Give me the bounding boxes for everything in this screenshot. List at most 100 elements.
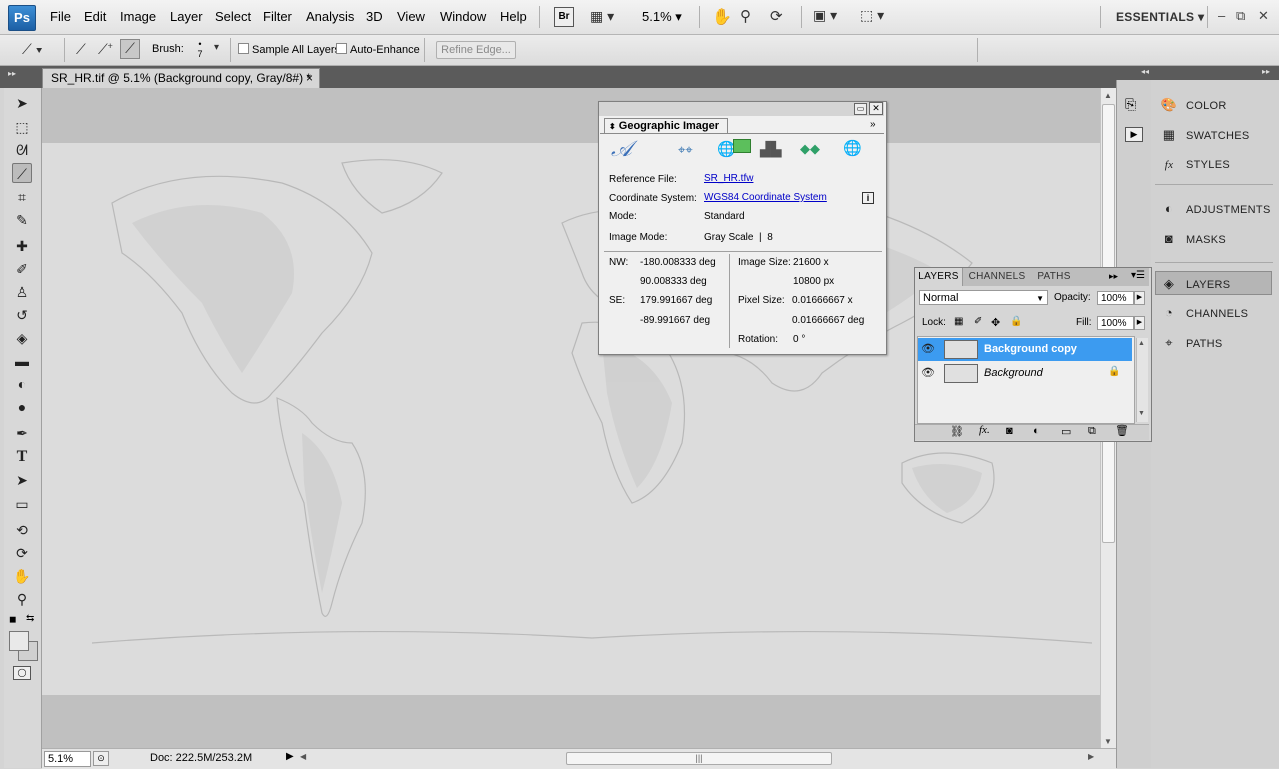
document-tab[interactable]: SR_HR.tif @ 5.1% (Background copy, Gray/… [42,68,320,88]
menu-select[interactable]: Select [215,9,251,24]
geo-tiles-icon[interactable]: ▟▙ [760,141,782,158]
visibility-eye-icon[interactable]: 👁 [921,342,935,355]
dock-channels[interactable]: ◔ CHANNELS [1160,301,1274,325]
geo-grid-icon[interactable] [733,139,751,153]
menu-view[interactable]: View [397,9,425,24]
new-group-icon[interactable]: ▭ [1061,425,1071,438]
status-menu-arrow-icon[interactable]: ▶ [286,751,294,762]
brush-size-preview[interactable]: • 7 [196,39,204,59]
menu-file[interactable]: File [50,9,71,24]
new-layer-icon[interactable]: ⧉ [1088,425,1096,438]
scroll-up-icon[interactable]: ▲ [1104,91,1112,100]
layers-scroll-up-icon[interactable]: ▲ [1138,340,1145,347]
eraser-tool-icon[interactable]: ◈ [12,328,32,348]
link-layers-icon[interactable]: ⛓ [950,425,964,438]
pen-tool-icon[interactable]: ✒ [12,423,32,443]
dock-layers[interactable]: ◈ LAYERS [1155,271,1272,295]
layers-scroll-down-icon[interactable]: ▼ [1138,410,1145,417]
menu-filter[interactable]: Filter [263,9,292,24]
subtract-selection-icon[interactable]: ⟋ [120,39,140,59]
geo-minimize-icon[interactable]: ▭ [854,103,867,115]
mini-bridge-icon[interactable]: ▦ ▾ [590,8,614,25]
menu-layer[interactable]: Layer [170,9,203,24]
refine-edge-button[interactable]: Refine Edge... [436,41,516,59]
rectangle-tool-icon[interactable]: ▭ [12,494,32,514]
geo-georeference-icon[interactable]: ⌖⌖ [678,142,693,158]
path-selection-tool-icon[interactable]: ➤ [12,470,32,490]
brush-tool-icon[interactable]: ✐ [12,259,32,279]
add-mask-icon[interactable]: ◙ [1006,425,1013,437]
layer-row-background[interactable]: 👁 Background 🔒 [918,362,1132,385]
3d-orbit-tool-icon[interactable]: ⟳ [12,543,32,563]
type-tool-icon[interactable]: T [12,447,32,467]
geo-panel-titlebar[interactable] [599,102,884,116]
dock-swatches[interactable]: ▦ SWATCHES [1160,123,1274,147]
layer-style-fx-icon[interactable]: fx. [979,424,990,436]
lock-pixels-icon[interactable]: ✐ [974,316,982,327]
eyedropper-tool-icon[interactable]: ✎ [12,210,32,230]
sample-all-layers-checkbox[interactable]: Sample All Layers [238,43,340,56]
close-icon[interactable]: ✕ [1258,8,1269,24]
geo-close-icon[interactable]: ✕ [869,102,883,115]
blend-mode-select[interactable]: Normal ▼ [919,290,1048,305]
scroll-down-icon[interactable]: ▼ [1104,737,1112,746]
scroll-left-icon[interactable]: ◀ [300,752,306,761]
tab-channels[interactable]: CHANNELS [967,268,1027,286]
menu-analysis[interactable]: Analysis [306,9,354,24]
hand-tool-icon[interactable]: ✋ [712,7,732,27]
opacity-slider-arrow-icon[interactable]: ▶ [1134,291,1145,305]
dock-expand-icon[interactable]: ▸▸ [1262,67,1270,76]
tab-paths[interactable]: PATHS [1033,268,1075,286]
rotate-view-icon[interactable]: ⟳ [770,7,783,25]
layers-panel-menu-icon[interactable]: ▾☰ [1131,270,1145,281]
quick-mask-icon[interactable]: ◯ [13,666,31,680]
geo-logo-icon[interactable]: 𝒜 [611,136,632,162]
coordinate-system-link[interactable]: WGS84 Coordinate System [704,192,827,203]
auto-enhance-checkbox[interactable]: Auto-Enhance [336,43,420,56]
status-preview-icon[interactable]: ⊙ [93,751,109,766]
geo-mosaic-icon[interactable]: ◆◆ [800,141,820,157]
marquee-tool-icon[interactable]: ⬚ [12,117,32,137]
geo-panel-tab[interactable]: ⬍ Geographic Imager [604,118,728,133]
lasso-tool-icon[interactable]: ᘛ [12,140,32,160]
history-panel-icon[interactable]: ⎘ [1125,96,1136,113]
reference-file-link[interactable]: SR_HR.tfw [704,173,753,184]
dock-styles[interactable]: fx STYLES [1160,153,1274,177]
move-tool-icon[interactable]: ➤ [12,93,32,113]
fill-slider-arrow-icon[interactable]: ▶ [1134,316,1145,330]
lock-position-icon[interactable]: ✥ [991,316,1000,329]
opacity-field[interactable]: 100% [1097,291,1134,305]
zoom-tool-box-icon[interactable]: ⚲ [12,589,32,609]
menu-window[interactable]: Window [440,9,486,24]
minimize-icon[interactable]: – [1218,8,1225,23]
document-close-icon[interactable]: × [306,69,313,88]
dock-masks[interactable]: ◙ MASKS [1160,227,1274,251]
new-selection-icon[interactable]: ⟋ [76,41,86,58]
swap-colors-icon[interactable]: ⇆ [26,613,34,624]
toolbox-collapse-icon[interactable]: ▸▸ [8,69,16,78]
lock-transparency-icon[interactable]: ▦ [954,316,963,327]
lock-all-icon[interactable]: 🔒 [1010,316,1022,327]
brush-picker-arrow-icon[interactable]: ▾ [214,42,219,53]
quick-selection-tool-icon[interactable]: ⟋ [12,163,32,183]
visibility-eye-icon[interactable]: 👁 [921,366,935,379]
dock-adjustments[interactable]: ◐ ADJUSTMENTS [1160,197,1274,221]
foreground-color-swatch[interactable] [9,631,29,651]
geo-panel-menu-icon[interactable]: » [870,119,876,130]
default-colors-icon[interactable]: ◼ [9,614,16,625]
healing-brush-tool-icon[interactable]: ✚ [12,236,32,256]
coordinate-info-icon[interactable]: i [862,192,874,204]
gradient-tool-icon[interactable]: ▬ [12,351,32,371]
menu-edit[interactable]: Edit [84,9,106,24]
horizontal-scroll-thumb[interactable]: ||| [566,752,832,765]
dodge-tool-icon[interactable]: ● [12,397,32,417]
zoom-tool-icon[interactable]: ⚲ [740,7,751,25]
menu-3d[interactable]: 3D [366,9,383,24]
crop-tool-icon[interactable]: ⌗ [12,187,32,207]
history-brush-tool-icon[interactable]: ↺ [12,305,32,325]
blur-tool-icon[interactable]: ◐ [12,374,32,394]
clone-stamp-tool-icon[interactable]: ♙ [12,282,32,302]
hand-tool-box-icon[interactable]: ✋ [12,566,32,586]
workspace-switcher[interactable]: ESSENTIALS ▾ [1116,10,1204,24]
quick-selection-preset-icon[interactable]: ⟋ ▾ [22,41,43,58]
